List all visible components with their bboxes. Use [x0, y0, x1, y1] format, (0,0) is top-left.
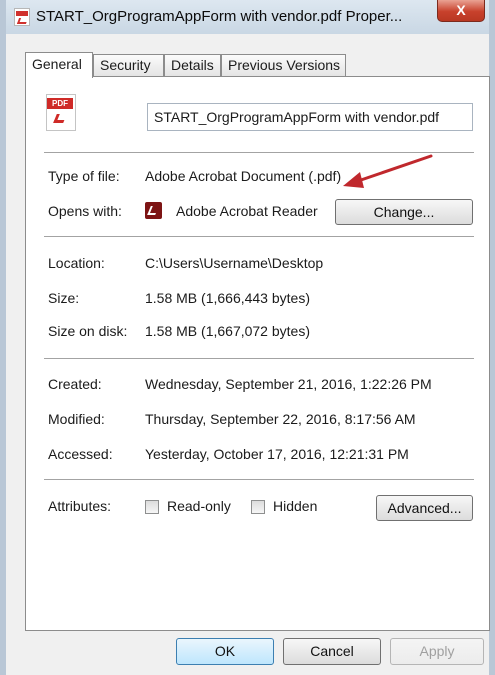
modified-label: Modified:	[48, 411, 105, 427]
attributes-label: Attributes:	[48, 498, 112, 514]
read-only-checkbox[interactable]	[145, 500, 159, 514]
location-value: C:\Users\Username\Desktop	[145, 255, 324, 271]
size-value: 1.58 MB (1,666,443 bytes)	[145, 290, 310, 306]
title-bar[interactable]: START_OrgProgramAppForm with vendor.pdf …	[6, 0, 489, 34]
pdf-file-icon: PDF	[46, 94, 76, 131]
acrobat-swoosh-icon	[53, 114, 67, 123]
type-of-file-label: Type of file:	[48, 168, 120, 184]
ok-button[interactable]: OK	[176, 638, 274, 665]
divider	[44, 236, 474, 237]
divider	[44, 358, 474, 359]
created-label: Created:	[48, 376, 102, 392]
advanced-button[interactable]: Advanced...	[376, 495, 473, 521]
created-value: Wednesday, September 21, 2016, 1:22:26 P…	[145, 376, 432, 392]
opens-with-label: Opens with:	[48, 203, 122, 219]
size-on-disk-value: 1.58 MB (1,667,072 bytes)	[145, 323, 310, 339]
modified-value: Thursday, September 22, 2016, 8:17:56 AM	[145, 411, 416, 427]
tab-details[interactable]: Details	[164, 54, 221, 76]
apply-button[interactable]: Apply	[390, 638, 484, 665]
properties-window: START_OrgProgramAppForm with vendor.pdf …	[0, 0, 495, 675]
location-label: Location:	[48, 255, 105, 271]
acrobat-reader-icon	[145, 202, 162, 219]
file-name-input[interactable]: START_OrgProgramAppForm with vendor.pdf	[147, 103, 473, 131]
accessed-value: Yesterday, October 17, 2016, 12:21:31 PM	[145, 446, 409, 462]
accessed-label: Accessed:	[48, 446, 113, 462]
divider	[44, 479, 474, 480]
tab-previous-versions[interactable]: Previous Versions	[221, 54, 346, 76]
size-label: Size:	[48, 290, 80, 306]
close-button[interactable]: X	[437, 0, 485, 22]
window-title: START_OrgProgramAppForm with vendor.pdf …	[36, 8, 403, 25]
hidden-label[interactable]: Hidden	[273, 498, 317, 514]
general-tab-panel: PDF START_OrgProgramAppForm with vendor.…	[25, 76, 490, 631]
tab-general[interactable]: General	[25, 52, 93, 78]
pdf-badge: PDF	[47, 98, 73, 109]
size-on-disk-label: Size on disk:	[48, 323, 128, 339]
cancel-button[interactable]: Cancel	[283, 638, 381, 665]
opens-with-value: Adobe Acrobat Reader	[176, 203, 318, 219]
read-only-label[interactable]: Read-only	[167, 498, 231, 514]
change-button[interactable]: Change...	[335, 199, 473, 225]
divider	[44, 152, 474, 153]
hidden-checkbox[interactable]	[251, 500, 265, 514]
type-of-file-value: Adobe Acrobat Document (.pdf)	[145, 168, 342, 184]
pdf-file-icon	[14, 8, 30, 26]
tab-security[interactable]: Security	[93, 54, 164, 76]
